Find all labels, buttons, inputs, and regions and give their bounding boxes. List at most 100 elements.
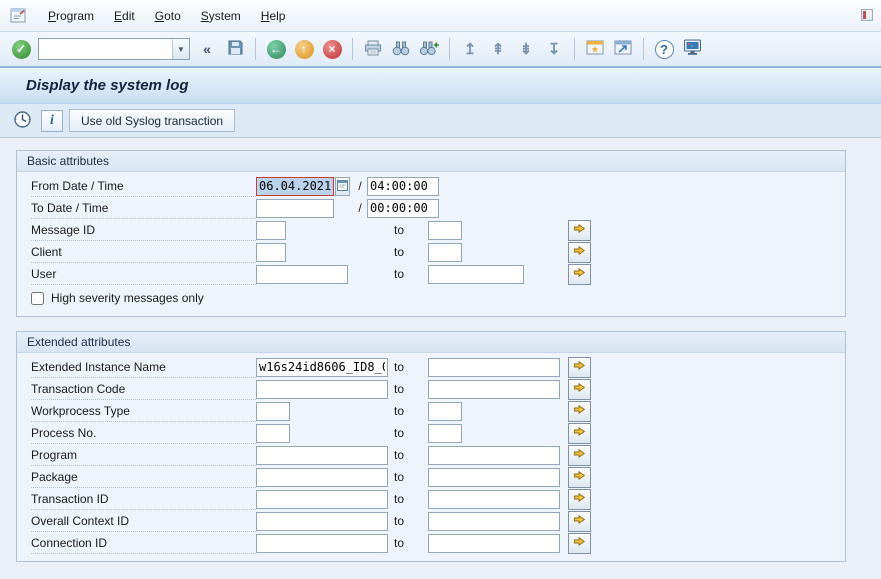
back-button[interactable]: ← [263, 36, 289, 62]
package-to-input[interactable] [428, 468, 560, 487]
transaction-id-row: Transaction ID to [17, 488, 845, 510]
package-multi-select-button[interactable] [568, 467, 591, 488]
to-date-time-row: To Date / Time / [17, 197, 845, 219]
save-button[interactable] [222, 36, 248, 62]
connection-id-row: Connection ID to [17, 532, 845, 554]
extended-instance-name-multi-select-button[interactable] [568, 357, 591, 378]
menu-edit[interactable]: Edit [104, 6, 145, 26]
transaction-code-to-input[interactable] [428, 380, 560, 399]
process-no-to-input[interactable] [428, 424, 462, 443]
connection-id-label: Connection ID [31, 532, 256, 554]
workprocess-type-input[interactable] [256, 402, 290, 421]
transaction-id-input[interactable] [256, 490, 388, 509]
exit-button[interactable]: ↑ [291, 36, 317, 62]
workprocess-type-multi-select-button[interactable] [568, 401, 591, 422]
help-button[interactable]: ? [651, 36, 677, 62]
printer-icon [364, 40, 382, 59]
client-label: Client [31, 241, 256, 263]
selection-screen: Basic attributes From Date / Time / To D… [0, 138, 881, 562]
sap-system-icon[interactable] [10, 8, 26, 23]
transaction-code-input[interactable] [256, 380, 388, 399]
cancel-button[interactable]: × [319, 36, 345, 62]
command-dropdown-button[interactable]: ▼ [172, 39, 189, 59]
process-no-input[interactable] [256, 424, 290, 443]
info-button[interactable]: i [41, 110, 63, 132]
overall-context-id-to-input[interactable] [428, 512, 560, 531]
user-to-input[interactable] [428, 265, 524, 284]
multi-select-arrow-icon [573, 469, 586, 485]
overall-context-id-input[interactable] [256, 512, 388, 531]
old-syslog-button[interactable]: Use old Syslog transaction [69, 109, 235, 132]
from-date-input[interactable] [256, 177, 334, 196]
collapse-command-button[interactable]: « [194, 36, 220, 62]
from-time-input[interactable] [367, 177, 439, 196]
connection-id-to-input[interactable] [428, 534, 560, 553]
page-up-button[interactable]: ⇞ [485, 36, 511, 62]
page-down-button[interactable]: ⇟ [513, 36, 539, 62]
find-next-button[interactable] [416, 36, 442, 62]
basic-attributes-body: From Date / Time / To Date / Time [17, 172, 845, 316]
to-label: to [394, 536, 428, 550]
client-to-input[interactable] [428, 243, 462, 262]
user-input[interactable] [256, 265, 348, 284]
menu-goto[interactable]: Goto [145, 6, 191, 26]
extended-instance-name-input[interactable] [256, 358, 388, 377]
to-label: to [394, 382, 428, 396]
workprocess-type-to-input[interactable] [428, 402, 462, 421]
high-severity-checkbox-label[interactable]: High severity messages only [51, 291, 204, 305]
basic-attributes-group: Basic attributes From Date / Time / To D… [16, 150, 846, 317]
extended-attributes-body: Extended Instance Name to Transaction Co… [17, 353, 845, 561]
process-no-row: Process No. to [17, 422, 845, 444]
transaction-id-multi-select-button[interactable] [568, 489, 591, 510]
program-input[interactable] [256, 446, 388, 465]
overall-context-id-multi-select-button[interactable] [568, 511, 591, 532]
cancel-x-icon: × [323, 40, 342, 59]
date-picker-button[interactable] [335, 177, 350, 196]
message-id-row: Message ID to [17, 219, 845, 241]
message-id-input[interactable] [256, 221, 286, 240]
menu-help[interactable]: Help [251, 6, 296, 26]
process-no-multi-select-button[interactable] [568, 423, 591, 444]
page-title: Display the system log [26, 77, 189, 94]
to-time-input[interactable] [367, 199, 439, 218]
command-input[interactable] [39, 39, 172, 59]
to-label: to [394, 426, 428, 440]
message-id-to-input[interactable] [428, 221, 462, 240]
high-severity-row: High severity messages only [17, 287, 845, 309]
program-to-input[interactable] [428, 446, 560, 465]
client-multi-select-button[interactable] [568, 242, 591, 263]
create-shortcut-button[interactable] [610, 36, 636, 62]
menu-system[interactable]: System [191, 6, 251, 26]
package-row: Package to [17, 466, 845, 488]
program-multi-select-button[interactable] [568, 445, 591, 466]
high-severity-checkbox[interactable] [31, 292, 44, 305]
print-button[interactable] [360, 36, 386, 62]
menu-bar: Program Edit Goto System Help [0, 0, 881, 32]
multi-select-arrow-icon [573, 425, 586, 441]
customize-layout-button[interactable] [679, 36, 705, 62]
transaction-id-to-input[interactable] [428, 490, 560, 509]
package-input[interactable] [256, 468, 388, 487]
date-time-separator: / [353, 179, 367, 193]
connection-id-input[interactable] [256, 534, 388, 553]
first-page-button[interactable]: ↥ [457, 36, 483, 62]
extended-instance-name-to-input[interactable] [428, 358, 560, 377]
process-no-label: Process No. [31, 422, 256, 444]
new-session-button[interactable] [582, 36, 608, 62]
collapse-icon: « [203, 41, 211, 57]
enter-button[interactable]: ✓ [8, 36, 34, 62]
client-input[interactable] [256, 243, 286, 262]
last-page-button[interactable]: ↧ [541, 36, 567, 62]
window-corner-grip [861, 9, 873, 21]
execute-button[interactable] [10, 108, 35, 133]
find-button[interactable] [388, 36, 414, 62]
message-id-multi-select-button[interactable] [568, 220, 591, 241]
save-floppy-icon [227, 39, 244, 59]
menu-program[interactable]: Program [38, 6, 104, 26]
transaction-code-multi-select-button[interactable] [568, 379, 591, 400]
to-label: to [394, 404, 428, 418]
user-multi-select-button[interactable] [568, 264, 591, 285]
to-date-input[interactable] [256, 199, 334, 218]
connection-id-multi-select-button[interactable] [568, 533, 591, 554]
multi-select-arrow-icon [573, 491, 586, 507]
